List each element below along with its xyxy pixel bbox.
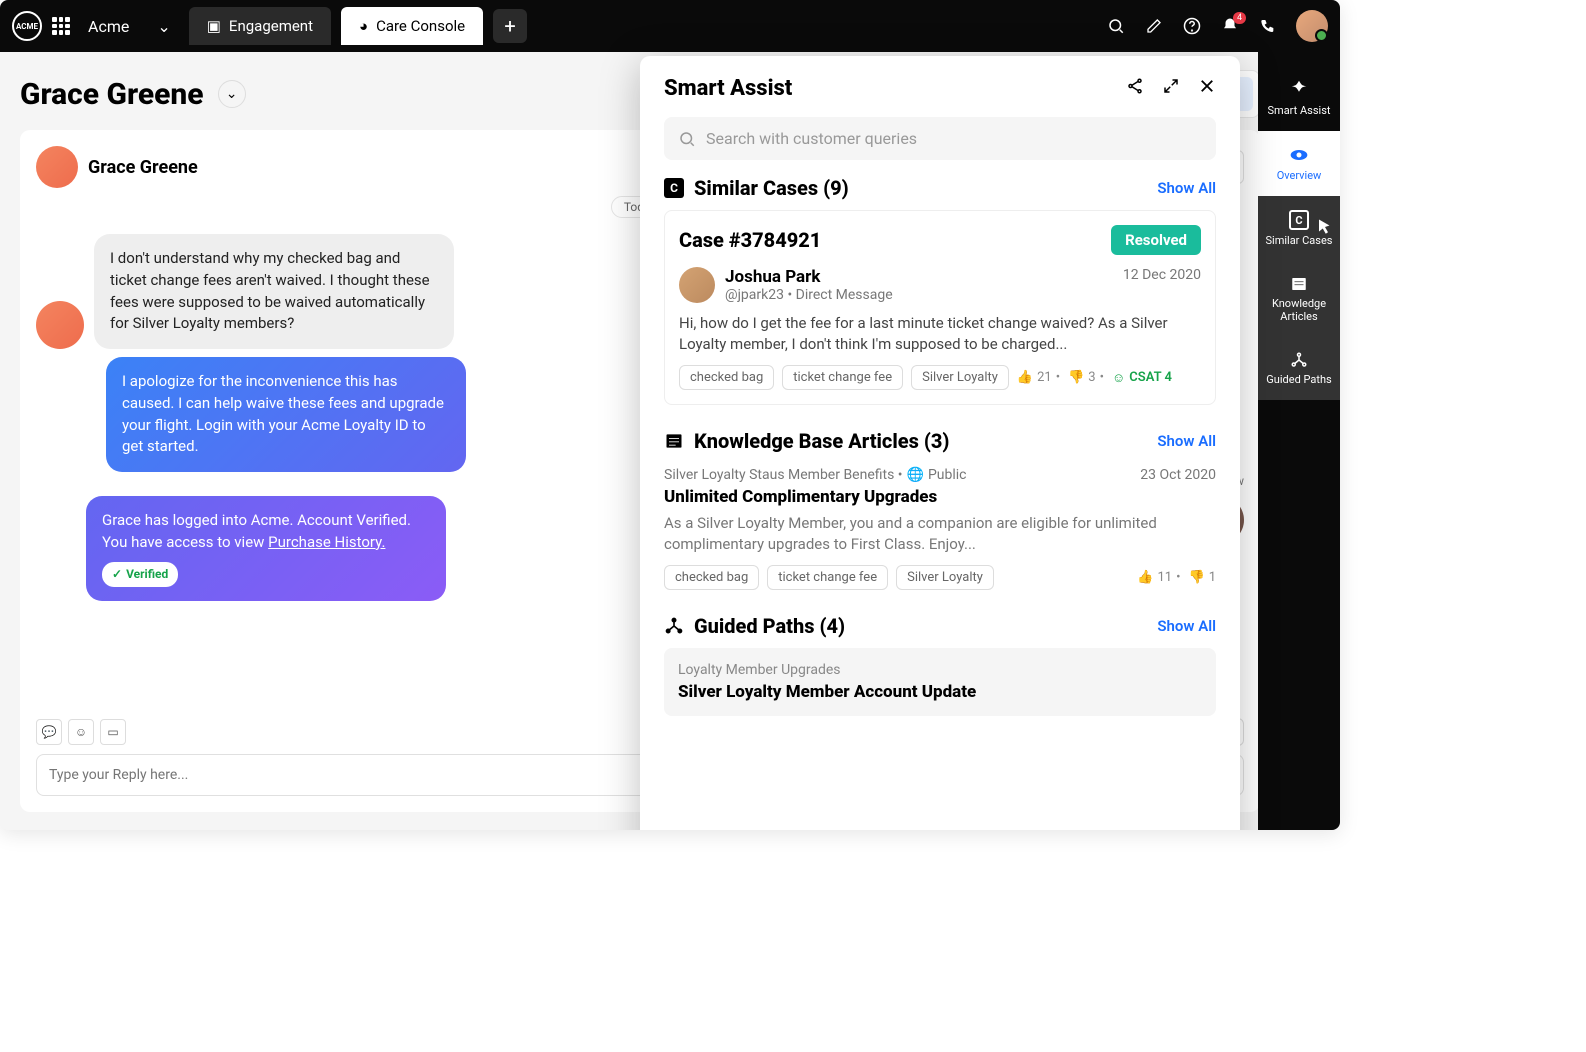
upvote-stat[interactable]: 👍 21 •	[1017, 370, 1060, 385]
edit-icon[interactable]	[1144, 16, 1164, 36]
tab-label: Engagement	[229, 17, 313, 35]
case-date: 12 Dec 2020	[1123, 267, 1201, 303]
guided-path-icon	[664, 616, 684, 636]
system-message: Grace has logged into Acme. Account Veri…	[86, 496, 446, 601]
customer-avatar	[36, 146, 78, 188]
show-all-gp-link[interactable]: Show All	[1157, 617, 1216, 635]
cursor-icon	[1316, 218, 1334, 236]
tag[interactable]: ticket change fee	[767, 565, 888, 590]
tab-care-console[interactable]: ◕ Care Console	[341, 7, 483, 45]
emoji-type-icon[interactable]: ☺	[68, 719, 94, 745]
workspace-dropdown[interactable]: Acme ⌄	[80, 17, 179, 36]
csat-stat: ☺ CSAT 4	[1112, 370, 1172, 386]
message-type-icon[interactable]: 💬	[36, 719, 62, 745]
smart-search-input[interactable]: Search with customer queries	[664, 117, 1216, 160]
downvote-stat[interactable]: 👎 1	[1189, 570, 1217, 585]
guided-path-card[interactable]: Loyalty Member Upgrades Silver Loyalty M…	[664, 648, 1216, 716]
workspace-name: Acme	[88, 17, 129, 36]
card-type-icon[interactable]: ▭	[100, 719, 126, 745]
rail-smart-assist[interactable]: Smart Assist	[1258, 64, 1340, 131]
close-icon[interactable]	[1198, 77, 1216, 100]
case-card[interactable]: Case #3784921 Resolved Joshua Park @jpar…	[664, 210, 1216, 405]
status-badge: Resolved	[1111, 225, 1201, 255]
kb-title: Unlimited Complimentary Upgrades	[664, 487, 1216, 507]
rail-similar-cases[interactable]: C Similar Cases	[1258, 196, 1340, 261]
rail-knowledge-articles[interactable]: Knowledge Articles	[1258, 261, 1340, 337]
gp-heading: Guided Paths (4)	[694, 614, 845, 638]
tag[interactable]: Silver Loyalty	[911, 365, 1009, 390]
case-handle: @jpark23 • Direct Message	[725, 287, 893, 303]
tab-label: Care Console	[376, 17, 465, 35]
customer-name: Grace Greene	[88, 157, 198, 178]
tag[interactable]: ticket change fee	[782, 365, 903, 390]
top-bar: ACME Acme ⌄ ▣ Engagement ◕ Care Console …	[0, 0, 1340, 52]
page-title: Grace Greene	[20, 77, 204, 112]
tag[interactable]: checked bag	[664, 565, 759, 590]
customer-avatar	[36, 301, 84, 349]
tab-engagement[interactable]: ▣ Engagement	[189, 7, 331, 45]
kb-body: As a Silver Loyalty Member, you and a co…	[664, 513, 1216, 555]
upvote-stat[interactable]: 👍 11 •	[1137, 570, 1180, 585]
rail-overview[interactable]: Overview	[1258, 131, 1340, 196]
app-launcher-icon[interactable]	[52, 17, 70, 35]
verified-badge: ✓ Verified	[102, 562, 178, 587]
kb-icon	[664, 431, 684, 451]
show-all-cases-link[interactable]: Show All	[1157, 179, 1216, 197]
agent-message: I apologize for the inconvenience this h…	[106, 357, 466, 472]
case-author: Joshua Park	[725, 267, 893, 287]
tag[interactable]: Silver Loyalty	[896, 565, 994, 590]
purchase-history-link[interactable]: Purchase History.	[268, 533, 385, 551]
kb-breadcrumb: Silver Loyalty Staus Member Benefits • 🌐…	[664, 467, 967, 483]
phone-icon[interactable]	[1258, 16, 1278, 36]
add-tab-button[interactable]: +	[493, 9, 527, 43]
kb-date: 23 Oct 2020	[1140, 467, 1216, 483]
downvote-stat[interactable]: 👎 3 •	[1068, 370, 1104, 385]
share-icon[interactable]	[1126, 77, 1144, 100]
smart-assist-title: Smart Assist	[664, 76, 792, 101]
notif-badge: 4	[1233, 12, 1246, 24]
case-body: Hi, how do I get the fee for a last minu…	[679, 313, 1201, 355]
customer-message: I don't understand why my checked bag an…	[94, 234, 454, 349]
similar-cases-icon: C	[664, 178, 684, 198]
acme-logo[interactable]: ACME	[12, 11, 42, 41]
case-avatar	[679, 267, 715, 303]
similar-cases-heading: Similar Cases (9)	[694, 176, 849, 200]
headset-icon: ◕	[359, 17, 368, 35]
tag[interactable]: checked bag	[679, 365, 774, 390]
gp-title: Silver Loyalty Member Account Update	[678, 682, 1202, 702]
kb-article-card[interactable]: Silver Loyalty Staus Member Benefits • 🌐…	[664, 467, 1216, 590]
help-icon[interactable]	[1182, 16, 1202, 36]
smart-assist-panel: Smart Assist Search with customer querie…	[640, 56, 1240, 830]
gp-category: Loyalty Member Upgrades	[678, 662, 1202, 678]
chevron-down-icon: ⌄	[157, 17, 170, 36]
rail-guided-paths[interactable]: Guided Paths	[1258, 337, 1340, 400]
search-icon[interactable]	[1106, 16, 1126, 36]
page-dropdown-button[interactable]: ⌄	[218, 80, 246, 108]
chat-icon: ▣	[207, 17, 221, 35]
notifications-icon[interactable]: 4	[1220, 16, 1240, 36]
user-avatar[interactable]	[1296, 10, 1328, 42]
kb-heading: Knowledge Base Articles (3)	[694, 429, 949, 453]
expand-icon[interactable]	[1162, 77, 1180, 100]
right-rail: Smart Assist Overview C Similar Cases Kn…	[1258, 52, 1340, 830]
show-all-kb-link[interactable]: Show All	[1157, 432, 1216, 450]
case-number: Case #3784921	[679, 228, 821, 252]
